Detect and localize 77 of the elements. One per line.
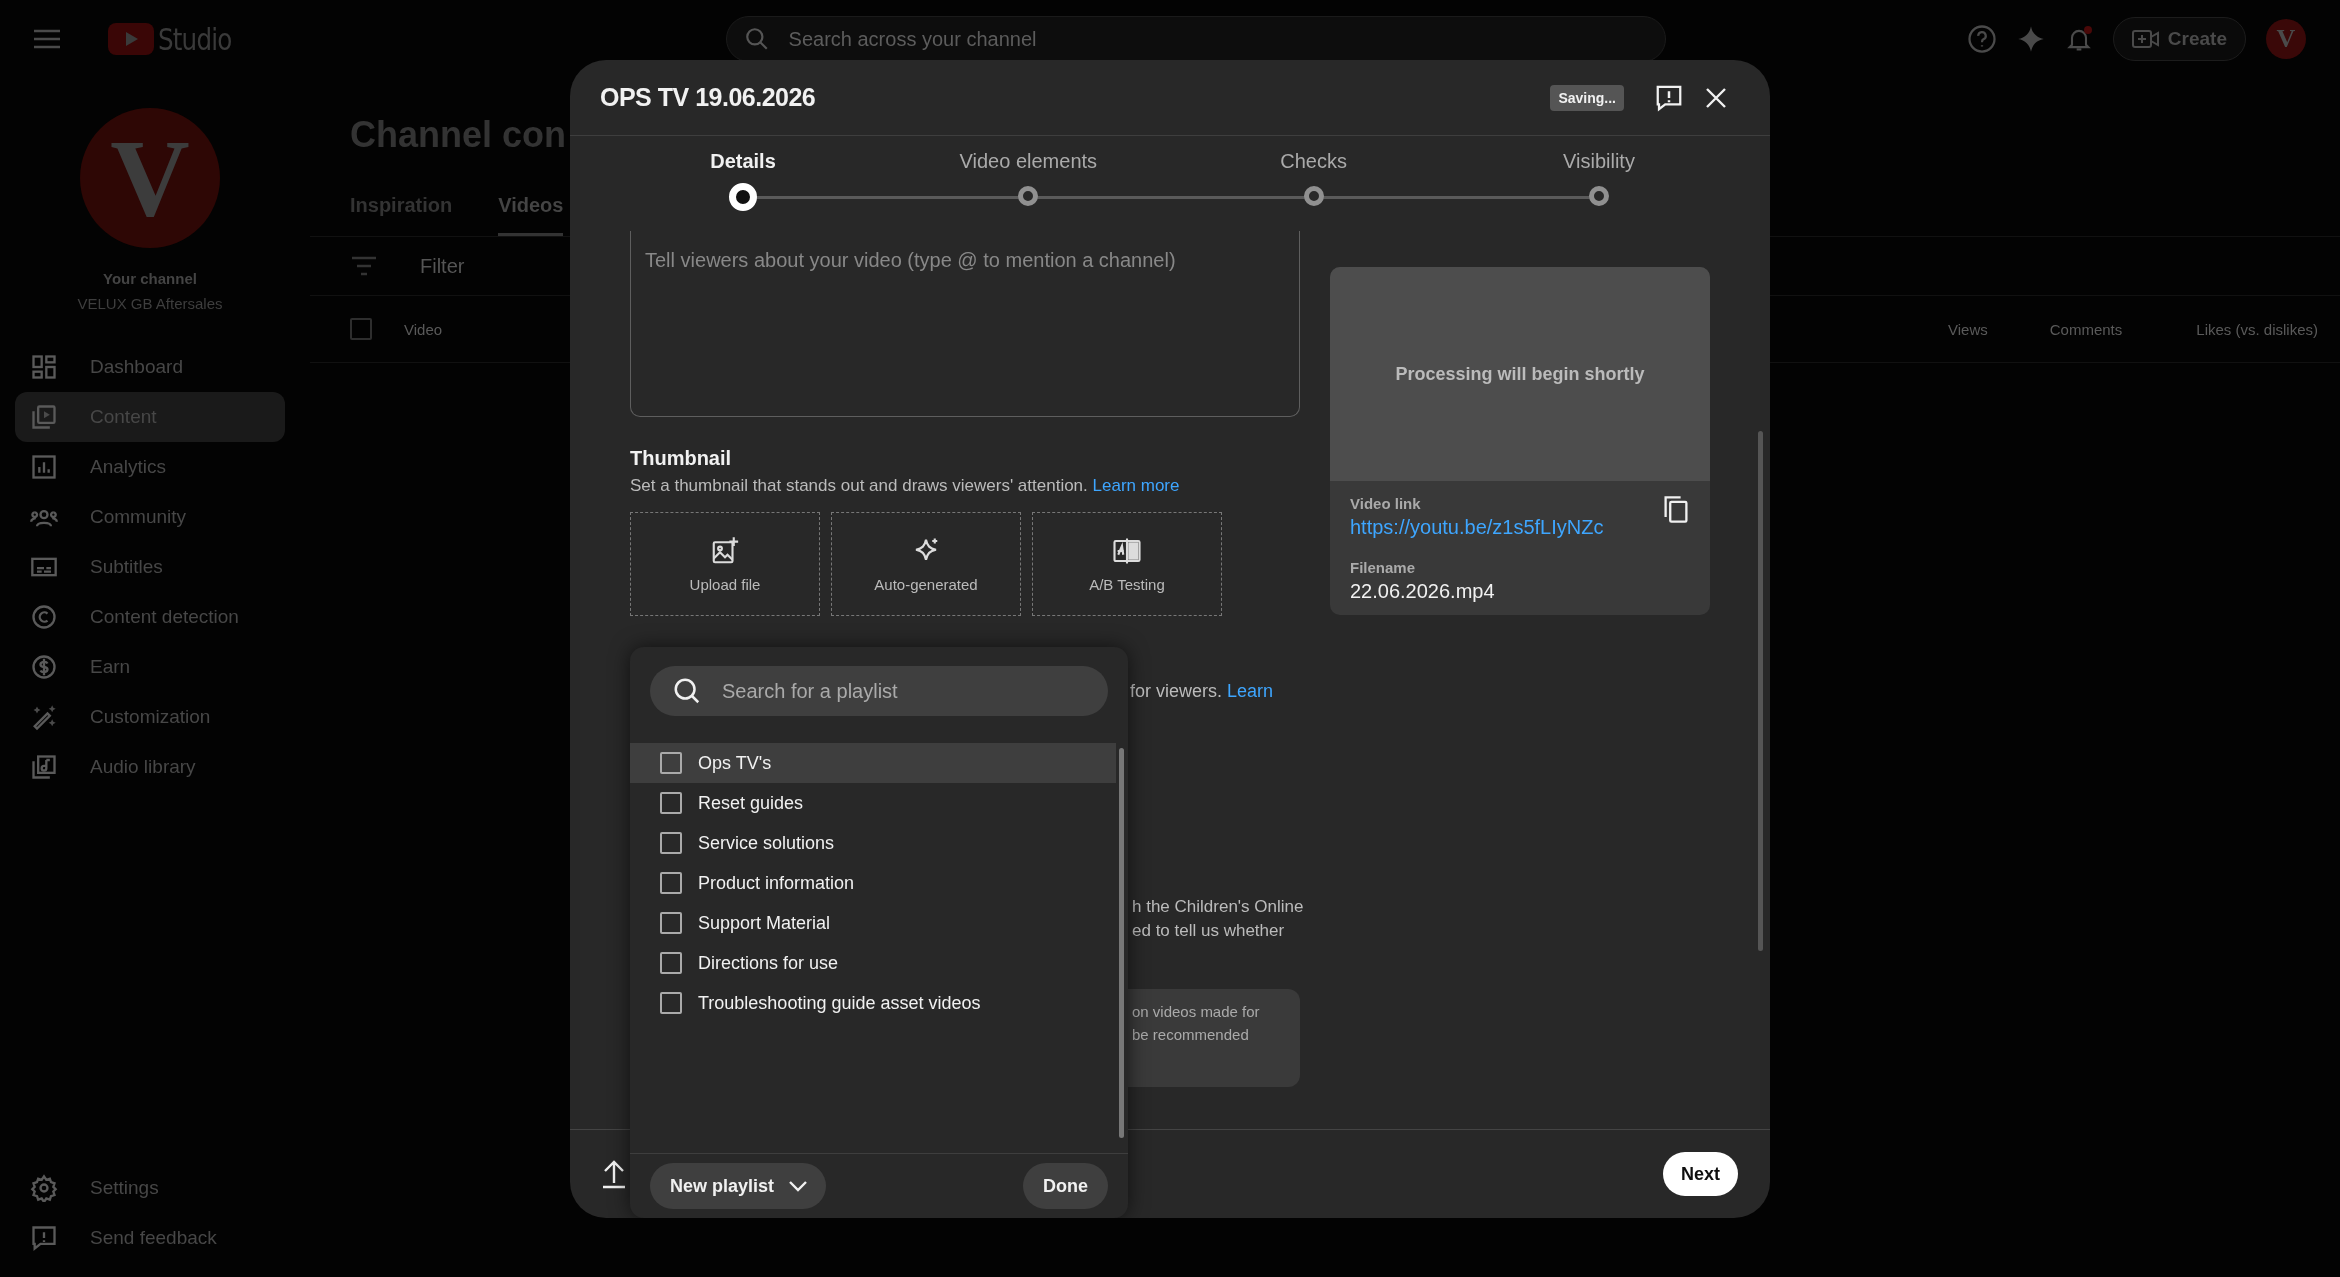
- music-icon: [30, 753, 58, 781]
- video-stack-icon: [30, 403, 58, 431]
- column-header: Video: [404, 320, 443, 338]
- settings-icon: [30, 1174, 58, 1202]
- field-label: Video link: [1350, 495, 1422, 512]
- checkbox[interactable]: [660, 872, 682, 894]
- checkbox[interactable]: [660, 912, 682, 934]
- description-field[interactable]: Tell viewers about your video (type @ to mention a channel): [630, 231, 1300, 417]
- dashboard-icon: [30, 353, 58, 381]
- step-dot[interactable]: [1589, 186, 1609, 206]
- checkbox[interactable]: [660, 792, 682, 814]
- learn-more-link[interactable]: Learn more: [1092, 476, 1180, 495]
- playlist-search-field[interactable]: Search for a playlist: [650, 666, 1108, 716]
- playlist-item[interactable]: Troubleshooting guide asset videos: [630, 983, 1116, 1023]
- next-button[interactable]: Next: [1663, 1152, 1738, 1196]
- video-camera-icon: [2131, 28, 2160, 50]
- step-label[interactable]: Video elements: [959, 150, 1098, 173]
- checkbox[interactable]: [660, 752, 682, 774]
- notice-text: on videos made for: [1131, 1003, 1261, 1020]
- channel-name: VELUX GB Aftersales: [77, 295, 223, 312]
- audience-text: h the Children's Online: [1132, 897, 1304, 917]
- audience-text: ed to tell us whether: [1132, 921, 1285, 941]
- channel-label: Your channel: [103, 270, 197, 287]
- playlist-name: Product information: [698, 872, 855, 894]
- thumbnail-option[interactable]: Upload file: [630, 512, 820, 616]
- checkbox[interactable]: [660, 832, 682, 854]
- thumbnail-option[interactable]: Auto-generated: [831, 512, 1021, 616]
- step-label[interactable]: Checks: [1280, 150, 1347, 173]
- playlist-item[interactable]: Product information: [630, 863, 1116, 903]
- checkbox[interactable]: [660, 992, 682, 1014]
- field-label: Filename: [1350, 559, 1417, 576]
- filename: 22.06.2026.mp4: [1350, 580, 1496, 603]
- playlist-name: Ops TV's: [698, 752, 772, 774]
- saving-status: Saving...: [1550, 84, 1624, 111]
- chevron-icon: [788, 1180, 809, 1192]
- close-icon[interactable]: [1704, 85, 1728, 110]
- thumbnail-option[interactable]: A/B Testing: [1032, 512, 1222, 616]
- playlist-description: for viewers. Learn: [1130, 681, 1275, 702]
- column-header: Likes (vs. dislikes): [2196, 320, 2318, 338]
- magic-wand-icon: [30, 703, 58, 731]
- playlist-name: Reset guides: [698, 792, 804, 814]
- done-button[interactable]: Done: [1023, 1163, 1108, 1209]
- search-icon: [672, 676, 702, 706]
- copyright-icon: [30, 603, 58, 631]
- dialog-title: OPS TV 19.06.2026: [600, 83, 817, 112]
- playlist-item[interactable]: Directions for use: [630, 943, 1116, 983]
- step-dot[interactable]: [1018, 186, 1039, 206]
- copy-icon[interactable]: [1662, 495, 1690, 525]
- column-header: Comments: [2049, 320, 2123, 338]
- image-plus-icon: [710, 535, 740, 566]
- dollar-icon: [30, 653, 58, 681]
- playlist-item[interactable]: Ops TV's: [630, 743, 1116, 783]
- notice-text: be recommended: [1131, 1026, 1250, 1043]
- playlist-name: Directions for use: [698, 952, 839, 974]
- playlist-item[interactable]: Service solutions: [630, 823, 1116, 863]
- playlist-item[interactable]: Reset guides: [630, 783, 1116, 823]
- playlist-name: Support Material: [698, 912, 831, 934]
- step-label[interactable]: Visibility: [1563, 150, 1635, 173]
- step-dot[interactable]: [1303, 186, 1324, 206]
- chart-icon: [30, 453, 58, 481]
- learn-link[interactable]: Learn: [1227, 681, 1274, 701]
- upload-icon[interactable]: [601, 1159, 627, 1189]
- playlist-name: Service solutions: [698, 832, 835, 854]
- search-icon: [743, 26, 770, 52]
- checkbox[interactable]: [660, 952, 682, 974]
- step-label[interactable]: Details: [710, 150, 776, 173]
- column-header: Views: [1948, 320, 1988, 338]
- video-link[interactable]: https://youtu.be/z1s5fLIyNZc: [1350, 516, 1604, 539]
- playlist-name: Troubleshooting guide asset videos: [698, 992, 981, 1014]
- section-heading: Thumbnail: [630, 447, 733, 470]
- feedback-icon: [30, 1224, 58, 1252]
- playlist-item[interactable]: Support Material: [630, 903, 1116, 943]
- select-all-checkbox[interactable]: [350, 318, 372, 340]
- processing-status: Processing will begin shortly: [1395, 363, 1645, 385]
- new-playlist-button[interactable]: New playlist: [650, 1163, 827, 1209]
- search-field[interactable]: Search across your channel: [725, 16, 1666, 62]
- section-description: Set a thumbnail that stands out and draws viewers' attention. Learn more: [630, 476, 1181, 496]
